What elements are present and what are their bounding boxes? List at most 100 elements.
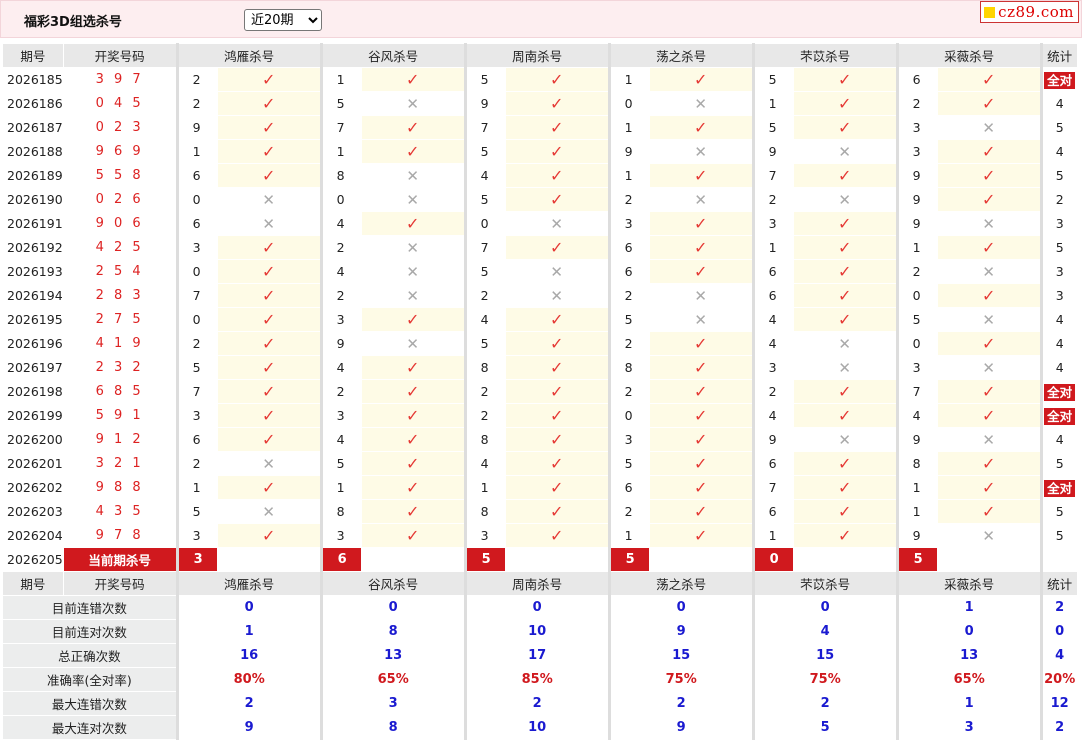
kill-number: 9	[751, 139, 794, 164]
current-issue-number: 2026205	[2, 547, 64, 572]
check-icon: ✓	[405, 357, 420, 377]
kill-number: 2	[607, 379, 650, 404]
draw-number: 4 2 5	[62, 235, 178, 260]
col-header-expert: 周南杀号	[463, 43, 610, 68]
check-icon: ✓	[549, 453, 564, 473]
issue-number: 2026189	[2, 163, 64, 188]
kill-number: 1	[607, 67, 650, 92]
summary-row: 最大连错次数 2 3 2 2 2 1 12	[2, 691, 1078, 716]
summary-value: 75%	[607, 667, 754, 692]
summary-value: 2	[175, 691, 322, 716]
check-icon: ✓	[261, 165, 276, 185]
kill-result: ✓	[936, 283, 1042, 308]
kill-result: ✓	[360, 475, 466, 500]
draw-number: 2 3 2	[62, 355, 178, 380]
page-title: 福彩3D组选杀号	[24, 15, 122, 30]
kill-number: 7	[463, 235, 506, 260]
kill-result: ✓	[216, 307, 322, 332]
kill-result: ✓	[936, 91, 1042, 116]
kill-number: 0	[175, 187, 218, 212]
check-icon: ✓	[981, 165, 996, 185]
site-logo[interactable]: cz89.com	[980, 1, 1079, 23]
kill-result: ✓	[792, 259, 898, 284]
kill-number: 6	[175, 211, 218, 236]
kill-number: 2	[895, 91, 938, 116]
kill-result: ✓	[792, 499, 898, 524]
kill-result: ✓	[648, 523, 754, 548]
kill-result: ✓	[360, 499, 466, 524]
kill-number: 1	[175, 475, 218, 500]
kill-number: 3	[319, 307, 362, 332]
kill-result: ✓	[216, 67, 322, 92]
col-header-draw: 开奖号码	[62, 571, 178, 596]
kill-result: ✓	[216, 427, 322, 452]
issue-number: 2026203	[2, 499, 64, 524]
kill-result: ✕	[504, 211, 610, 236]
stat-cell: 5	[1039, 523, 1078, 548]
kill-number: 4	[751, 307, 794, 332]
draw-number: 6 8 5	[62, 379, 178, 404]
table-row: 2026203 4 3 5 5 ✕ 8 ✓ 8 ✓ 2 ✓ 6 ✓ 1 ✓ 5	[2, 499, 1078, 524]
summary-value: 1	[175, 619, 322, 644]
kill-number: 2	[463, 283, 506, 308]
check-icon: ✓	[405, 405, 420, 425]
period-select[interactable]: 近20期	[244, 9, 322, 31]
check-icon: ✓	[981, 453, 996, 473]
summary-value: 0	[895, 619, 1042, 644]
kill-number: 6	[607, 259, 650, 284]
current-kill-spacer	[216, 547, 322, 572]
kill-result: ✓	[648, 163, 754, 188]
correct-count: 3	[1055, 216, 1064, 231]
check-icon: ✓	[981, 93, 996, 113]
stat-cell: 全对	[1039, 403, 1078, 428]
check-icon: ✓	[837, 237, 852, 257]
kill-result: ✓	[360, 67, 466, 92]
kill-result: ✓	[216, 331, 322, 356]
stat-cell: 4	[1039, 139, 1078, 164]
kill-result: ✓	[648, 403, 754, 428]
logo-square-icon	[984, 6, 996, 18]
kill-number: 7	[895, 379, 938, 404]
draw-number: 9 8 8	[62, 475, 178, 500]
kill-number: 2	[175, 451, 218, 476]
col-header-issue: 期号	[2, 43, 64, 68]
kill-number: 1	[607, 523, 650, 548]
draw-number: 9 0 6	[62, 211, 178, 236]
cross-icon: ✕	[406, 94, 419, 113]
correct-count: 4	[1055, 336, 1064, 351]
summary-value: 2	[751, 691, 898, 716]
kill-number: 3	[751, 355, 794, 380]
stat-cell: 4	[1039, 91, 1078, 116]
correct-count: 4	[1055, 432, 1064, 447]
col-header-expert: 谷风杀号	[319, 43, 466, 68]
check-icon: ✓	[981, 237, 996, 257]
check-icon: ✓	[549, 525, 564, 545]
check-icon: ✓	[405, 117, 420, 137]
stat-cell: 5	[1039, 235, 1078, 260]
table-row: 2026204 9 7 8 3 ✓ 3 ✓ 3 ✓ 1 ✓ 1 ✓ 9 ✕ 5	[2, 523, 1078, 548]
check-icon: ✓	[981, 501, 996, 521]
kill-result: ✓	[216, 91, 322, 116]
cross-icon: ✕	[406, 286, 419, 305]
check-icon: ✓	[549, 237, 564, 257]
kill-number: 4	[319, 427, 362, 452]
check-icon: ✓	[405, 477, 420, 497]
kill-result: ✕	[936, 307, 1042, 332]
kill-result: ✓	[504, 523, 610, 548]
summary-stat: 20%	[1039, 667, 1078, 692]
kill-number: 3	[319, 403, 362, 428]
kill-result: ✕	[792, 427, 898, 452]
kill-result: ✓	[792, 475, 898, 500]
kill-result: ✓	[936, 499, 1042, 524]
kill-number: 3	[895, 115, 938, 140]
summary-value: 1	[895, 595, 1042, 620]
correct-count: 4	[1055, 144, 1064, 159]
summary-header-row: 期号 开奖号码 鸿雁杀号 谷风杀号 周南杀号 荡之杀号 芣苡杀号 采薇杀号 统计	[2, 571, 1078, 596]
summary-value: 10	[463, 715, 610, 740]
cross-icon: ✕	[406, 190, 419, 209]
table-row: 2026195 2 7 5 0 ✓ 3 ✓ 4 ✓ 5 ✕ 4 ✓ 5 ✕ 4	[2, 307, 1078, 332]
kill-number: 5	[319, 451, 362, 476]
issue-number: 2026186	[2, 91, 64, 116]
kill-number: 1	[895, 499, 938, 524]
table-row: 2026198 6 8 5 7 ✓ 2 ✓ 2 ✓ 2 ✓ 2 ✓ 7 ✓ 全对	[2, 379, 1078, 404]
